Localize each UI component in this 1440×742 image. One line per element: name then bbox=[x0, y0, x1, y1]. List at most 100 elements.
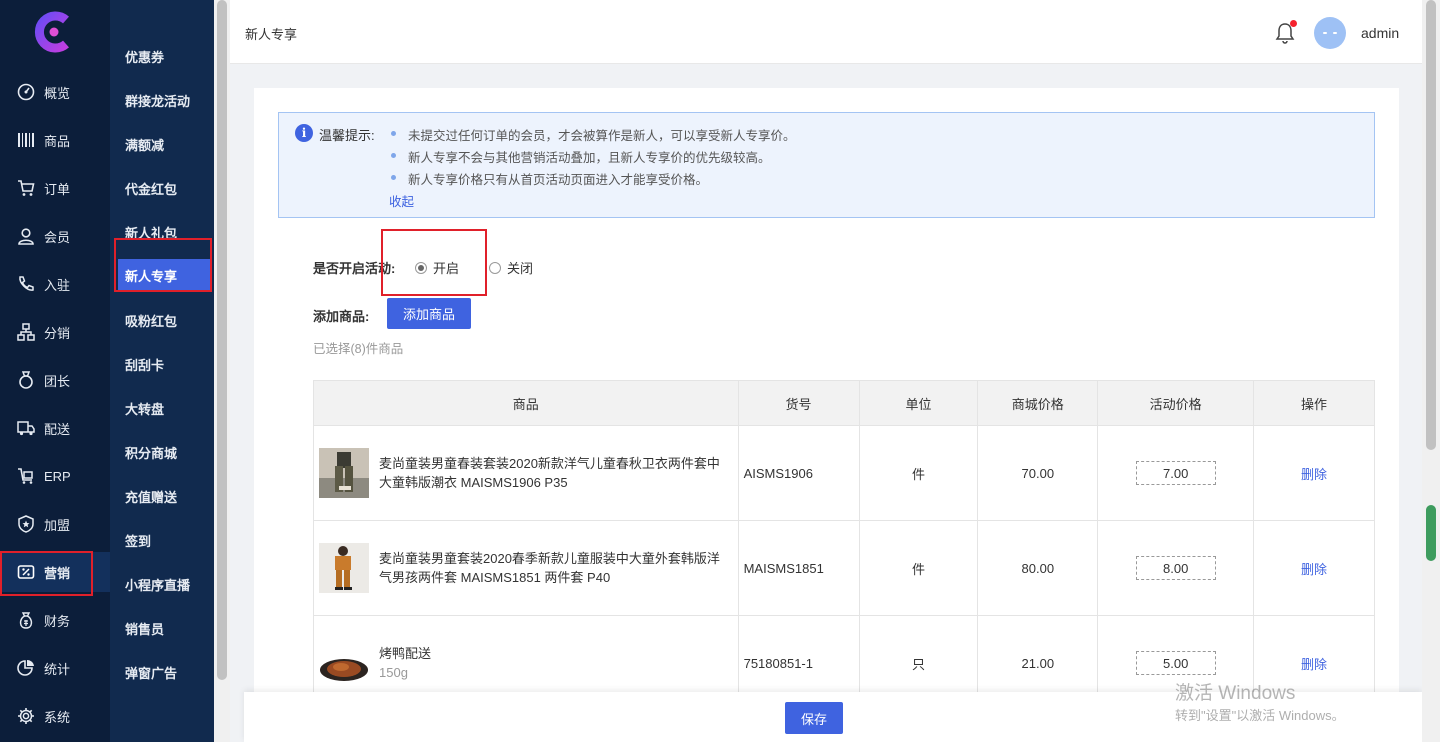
content-card: i 温馨提示: 未提交过任何订单的会员，才会被算作是新人，可以享受新人专享价。 … bbox=[254, 88, 1399, 742]
table-row: 麦尚童装男童春装套装2020新款洋气儿童春秋卫衣两件套中大童韩版潮衣 MAISM… bbox=[313, 425, 1375, 521]
nav-label: 营销 bbox=[44, 565, 71, 581]
col-header-goods: 商品 bbox=[313, 380, 739, 426]
subnav-item-full-reduction[interactable]: 满额减 bbox=[110, 126, 214, 162]
save-button[interactable]: 保存 bbox=[785, 702, 843, 734]
activity-price-input[interactable] bbox=[1135, 461, 1216, 485]
subnav-item-scratch-card[interactable]: 刮刮卡 bbox=[110, 346, 214, 382]
notice-list: 未提交过任何订单的会员，才会被算作是新人，可以享受新人专享价。 新人专享不会与其… bbox=[391, 125, 796, 191]
activity-price-input[interactable] bbox=[1135, 556, 1216, 580]
subnav-item-newbie-gift[interactable]: 新人礼包 bbox=[110, 214, 214, 250]
nav-item-members[interactable]: 会员 bbox=[0, 216, 110, 256]
info-icon: i bbox=[295, 124, 313, 142]
activity-toggle-label: 是否开启活动: bbox=[313, 261, 396, 276]
col-header-unit: 单位 bbox=[858, 380, 979, 426]
radio-enable[interactable]: 开启 bbox=[415, 258, 459, 277]
subnav-item-points-mall[interactable]: 积分商城 bbox=[110, 434, 214, 470]
activity-price-cell bbox=[1097, 520, 1255, 616]
user-icon bbox=[16, 226, 36, 246]
notification-dot bbox=[1290, 20, 1297, 27]
notice-item: 未提交过任何订单的会员，才会被算作是新人，可以享受新人专享价。 bbox=[391, 125, 796, 147]
nav-label: 商品 bbox=[44, 133, 71, 149]
notice-label: 温馨提示: bbox=[319, 128, 375, 143]
nav-item-marketing[interactable]: 营销 bbox=[0, 552, 110, 592]
product-name: 烤鸭配送 bbox=[379, 646, 432, 661]
mall-price-cell: 80.00 bbox=[977, 520, 1099, 616]
scrollbar-thumb[interactable] bbox=[1426, 0, 1436, 450]
nav-item-statistics[interactable]: 统计 bbox=[0, 648, 110, 688]
activation-watermark-title: 激活 Windows bbox=[1175, 683, 1296, 704]
activity-price-input[interactable] bbox=[1135, 651, 1216, 675]
nav-item-overview[interactable]: 概览 bbox=[0, 72, 110, 112]
avatar[interactable] bbox=[1314, 17, 1346, 49]
secondary-sidebar: 优惠券 群接龙活动 满额减 代金红包 新人礼包 新人专享 吸粉红包 刮刮卡 大转… bbox=[110, 0, 214, 742]
nav-label: 系统 bbox=[44, 709, 71, 725]
nav-item-finance[interactable]: 财务 bbox=[0, 600, 110, 640]
username[interactable]: admin bbox=[1361, 25, 1399, 41]
nav-label: 分销 bbox=[44, 325, 71, 341]
subnav-item-voucher[interactable]: 代金红包 bbox=[110, 170, 214, 206]
nav-label: 配送 bbox=[44, 421, 71, 437]
subnav-item-salesperson[interactable]: 销售员 bbox=[110, 610, 214, 646]
goods-table: 商品 货号 单位 商城价格 活动价格 操作 麦尚童装男童春装套装2020新款洋气… bbox=[313, 380, 1375, 711]
add-goods-label: 添加商品: bbox=[313, 309, 370, 324]
sidebar-scrollbar[interactable] bbox=[214, 0, 230, 742]
radio-disable[interactable]: 关闭 bbox=[489, 258, 533, 277]
collapse-link[interactable]: 收起 bbox=[389, 191, 414, 210]
nav-item-erp[interactable]: ERP bbox=[0, 456, 110, 496]
top-header: 新人专享 admin bbox=[230, 0, 1422, 64]
nav-item-distribution[interactable]: 分销 bbox=[0, 312, 110, 352]
nav-label: 加盟 bbox=[44, 517, 71, 533]
nav-item-settle-in[interactable]: 入驻 bbox=[0, 264, 110, 304]
subnav-item-group-chain[interactable]: 群接龙活动 bbox=[110, 82, 214, 118]
app-logo bbox=[34, 11, 69, 53]
subnav-item-wheel[interactable]: 大转盘 bbox=[110, 390, 214, 426]
subnav-item-coupon[interactable]: 优惠券 bbox=[110, 38, 214, 74]
col-header-activity-price: 活动价格 bbox=[1097, 380, 1255, 426]
product-cell: 烤鸭配送 150g bbox=[314, 638, 738, 688]
primary-sidebar: 概览 商品 订单 会员 入驻 分销 团长 配送 ERP 加盟 营销 财务 统计 … bbox=[0, 0, 110, 742]
sku-cell: MAISMS1851 bbox=[737, 520, 860, 616]
nav-item-leader[interactable]: 团长 bbox=[0, 360, 110, 400]
subnav-item-popup-ad[interactable]: 弹窗广告 bbox=[110, 654, 214, 690]
sku-cell: AISMS1906 bbox=[737, 425, 860, 521]
nav-label: 订单 bbox=[44, 181, 71, 197]
product-cell: 麦尚童装男童春装套装2020新款洋气儿童春秋卫衣两件套中大童韩版潮衣 MAISM… bbox=[314, 448, 738, 498]
delete-link[interactable]: 删除 bbox=[1301, 562, 1327, 577]
unit-cell: 件 bbox=[858, 520, 979, 616]
scrollbar-thumb[interactable] bbox=[217, 0, 227, 680]
nav-item-franchise[interactable]: 加盟 bbox=[0, 504, 110, 544]
page-scrollbar[interactable] bbox=[1422, 0, 1440, 742]
product-cell: 麦尚童装男童套装2020春季新款儿童服装中大童外套韩版洋气男孩两件套 MAISM… bbox=[314, 543, 738, 593]
product-image bbox=[319, 448, 369, 498]
nav-item-system[interactable]: 系统 bbox=[0, 696, 110, 736]
nav-item-goods[interactable]: 商品 bbox=[0, 120, 110, 160]
unit-cell: 件 bbox=[858, 425, 979, 521]
subnav-item-newbie-exclusive[interactable]: 新人专享 bbox=[118, 259, 210, 291]
mall-price-cell: 70.00 bbox=[977, 425, 1099, 521]
subnav-item-mini-live[interactable]: 小程序直播 bbox=[110, 566, 214, 602]
subnav-item-checkin[interactable]: 签到 bbox=[110, 522, 214, 558]
nav-label: 统计 bbox=[44, 661, 71, 677]
delete-link[interactable]: 删除 bbox=[1301, 467, 1327, 482]
subnav-item-recharge-gift[interactable]: 充值赠送 bbox=[110, 478, 214, 514]
product-spec: 150g bbox=[379, 665, 408, 680]
col-header-mall-price: 商城价格 bbox=[977, 380, 1099, 426]
nav-item-delivery[interactable]: 配送 bbox=[0, 408, 110, 448]
phone-icon bbox=[16, 274, 36, 294]
delete-link[interactable]: 删除 bbox=[1301, 657, 1327, 672]
nav-label: ERP bbox=[44, 468, 71, 484]
page-title: 新人专享 bbox=[245, 27, 298, 42]
nav-label: 团长 bbox=[44, 373, 71, 389]
subnav-item-fan-redpacket[interactable]: 吸粉红包 bbox=[110, 302, 214, 338]
notification-button[interactable] bbox=[1275, 20, 1297, 44]
selected-count: 已选择(8)件商品 bbox=[313, 342, 404, 356]
radio-circle-checked bbox=[415, 261, 427, 274]
money-bag-icon bbox=[16, 610, 36, 630]
product-name-block: 烤鸭配送 150g bbox=[379, 644, 439, 682]
nav-label: 会员 bbox=[44, 229, 71, 245]
nav-item-orders[interactable]: 订单 bbox=[0, 168, 110, 208]
add-goods-button[interactable]: 添加商品 bbox=[387, 298, 471, 329]
radio-enable-label: 开启 bbox=[433, 261, 460, 276]
col-header-action: 操作 bbox=[1253, 380, 1375, 426]
activity-price-cell bbox=[1097, 425, 1255, 521]
